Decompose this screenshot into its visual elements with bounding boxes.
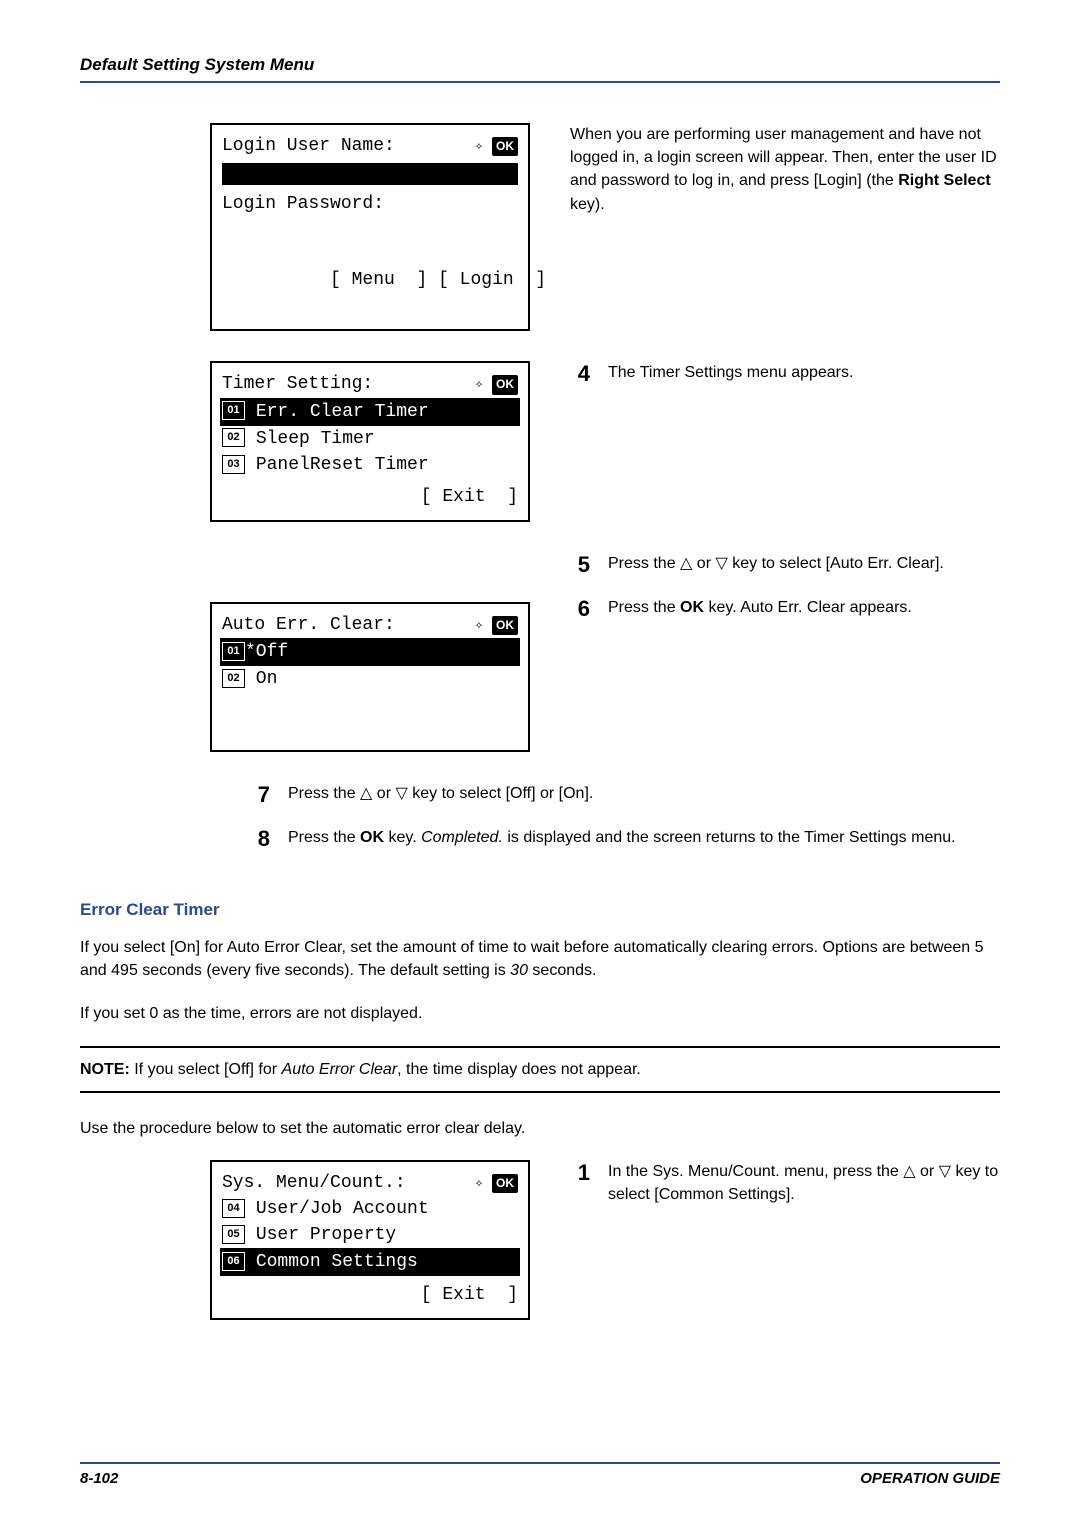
autoerr-title: Auto Err. Clear: <box>222 612 395 638</box>
login-username-label: Login User Name: <box>222 133 395 159</box>
para-2: If you set 0 as the time, errors are not… <box>80 1002 1000 1025</box>
sysmenu-item-userjob[interactable]: 04 User/Job Account <box>222 1196 518 1222</box>
sysmenu-title: Sys. Menu/Count.: <box>222 1170 406 1196</box>
step-7-num: 7 <box>250 782 270 808</box>
sysmenu-item-userprop[interactable]: 05 User Property <box>222 1222 518 1248</box>
page-footer: 8-102 OPERATION GUIDE <box>80 1462 1000 1487</box>
step-7-text: Press the △ or ▽ key to select [Off] or … <box>288 782 1000 808</box>
login-intro-text: When you are performing user management … <box>570 123 1000 216</box>
step-1-num: 1 <box>570 1160 590 1206</box>
sys-menu-panel: Sys. Menu/Count.: ✧ OK 04 User/Job Accou… <box>210 1160 530 1320</box>
error-clear-timer-heading: Error Clear Timer <box>80 900 1000 920</box>
timer-item-sleep[interactable]: 02 Sleep Timer <box>222 426 518 452</box>
timer-item-panelreset[interactable]: 03 PanelReset Timer <box>222 452 518 478</box>
username-input[interactable] <box>222 163 518 185</box>
autoerr-item-on[interactable]: 02 On <box>222 666 518 692</box>
para-3: Use the procedure below to set the autom… <box>80 1117 1000 1140</box>
login-password-label: Login Password: <box>222 191 518 217</box>
page: Default Setting System Menu Login User N… <box>0 0 1080 1527</box>
step-4-num: 4 <box>570 361 590 387</box>
step-8-num: 8 <box>250 826 270 852</box>
page-header: Default Setting System Menu <box>80 55 1000 83</box>
step-1-text: In the Sys. Menu/Count. menu, press the … <box>608 1160 1000 1206</box>
exit-softkey[interactable]: [ Exit ] <box>222 1282 518 1308</box>
nav-ok-icons: ✧ OK <box>475 612 518 638</box>
login-panel: Login User Name: ✧ OK Login Password: [ … <box>210 123 530 331</box>
step-5-text: Press the △ or ▽ key to select [Auto Err… <box>608 552 1000 578</box>
timer-setting-panel: Timer Setting: ✧ OK 01 Err. Clear Timer … <box>210 361 530 521</box>
timer-item-err-clear[interactable]: 01 Err. Clear Timer <box>220 398 520 426</box>
sysmenu-item-common[interactable]: 06 Common Settings <box>220 1248 520 1276</box>
step-6-text: Press the OK key. Auto Err. Clear appear… <box>608 596 1000 622</box>
exit-softkey[interactable]: [ Exit ] <box>222 484 518 510</box>
timer-title: Timer Setting: <box>222 371 373 397</box>
autoerr-item-off[interactable]: 01*Off <box>220 638 520 666</box>
page-number: 8-102 <box>80 1470 118 1487</box>
nav-ok-icons: ✧ OK <box>475 371 518 397</box>
note-box: NOTE: If you select [Off] for Auto Error… <box>80 1046 1000 1093</box>
nav-ok-icons: ✧ OK <box>475 1170 518 1196</box>
menu-softkey[interactable]: [ Menu ] <box>330 270 427 290</box>
login-softkey[interactable]: [ Login ] <box>438 270 546 290</box>
step-5-num: 5 <box>570 552 590 578</box>
auto-err-clear-panel: Auto Err. Clear: ✧ OK 01*Off 02 On <box>210 602 530 752</box>
nav-ok-icons: ✧ OK <box>475 133 518 159</box>
step-8-text: Press the OK key. Completed. is displaye… <box>288 826 1000 852</box>
step-4-text: The Timer Settings menu appears. <box>608 361 1000 387</box>
step-6-num: 6 <box>570 596 590 622</box>
guide-label: OPERATION GUIDE <box>860 1470 1000 1487</box>
para-1: If you select [On] for Auto Error Clear,… <box>80 936 1000 982</box>
